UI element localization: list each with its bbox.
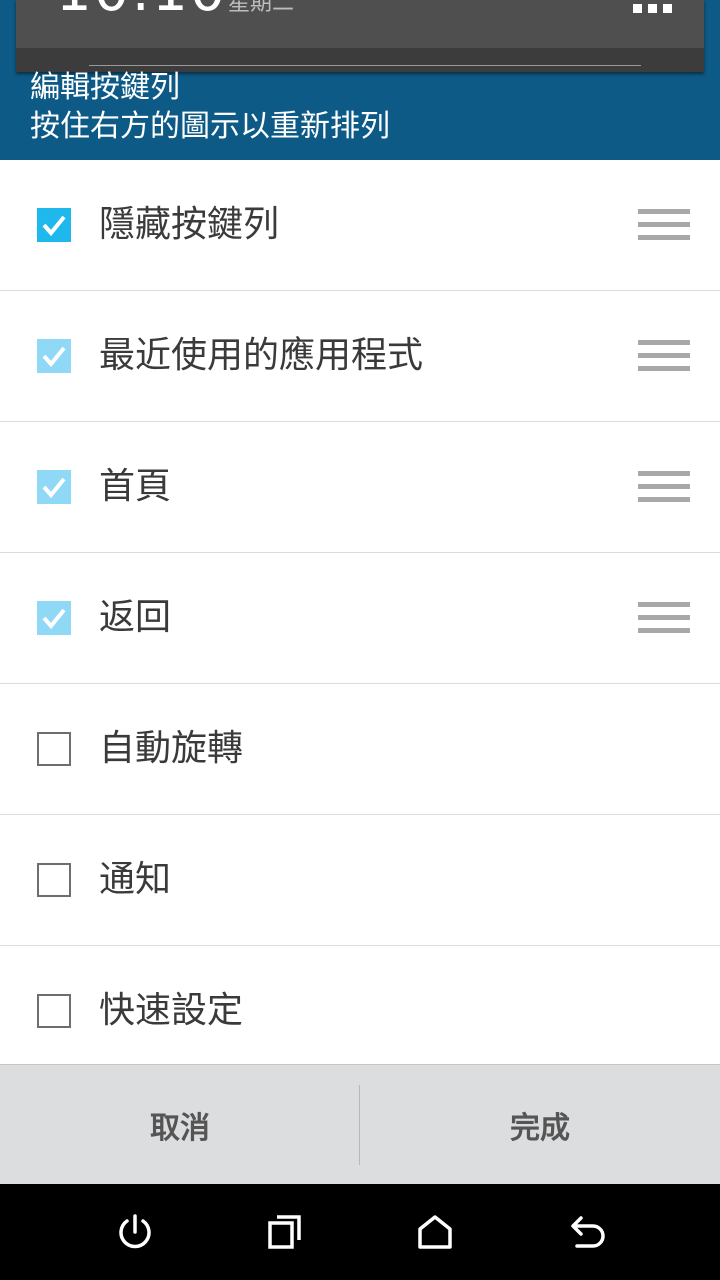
- notification-shade-peek[interactable]: 10:10 星期二: [16, 0, 704, 72]
- drag-handle-icon[interactable]: [638, 209, 690, 241]
- page-subtitle: 按住右方的圖示以重新排列: [30, 109, 390, 144]
- header: 10:10 星期二 編輯按鍵列 按住右方的圖示以重新排列: [0, 0, 720, 160]
- list-item-quick-settings[interactable]: 快速設定: [0, 946, 720, 1066]
- list-item-notifications[interactable]: 通知: [0, 815, 720, 946]
- list-item-recent-apps[interactable]: 最近使用的應用程式: [0, 291, 720, 422]
- cancel-button[interactable]: 取消: [0, 1065, 360, 1184]
- drag-handle-icon[interactable]: [638, 340, 690, 372]
- check-icon: [42, 215, 66, 237]
- shade-handle-bar: [16, 48, 704, 72]
- list-item-label: 自動旋轉: [99, 728, 244, 769]
- checkbox-unchecked[interactable]: [37, 732, 71, 766]
- home-icon[interactable]: [415, 1212, 455, 1252]
- list-item-label: 快速設定: [99, 990, 244, 1031]
- back-icon[interactable]: [565, 1212, 605, 1252]
- system-nav-bar: [0, 1184, 720, 1280]
- list-item-auto-rotate[interactable]: 自動旋轉: [0, 684, 720, 815]
- list-item-label: 隱藏按鍵列: [99, 204, 280, 245]
- list-item-label: 首頁: [99, 466, 172, 507]
- dialog-button-bar: 取消 完成: [0, 1064, 720, 1184]
- checkbox-checked[interactable]: [37, 601, 71, 635]
- checkbox-unchecked[interactable]: [37, 994, 71, 1028]
- nav-button-list: 隱藏按鍵列 最近使用的應用程式 首頁 返回 自動旋轉 通知 快速設定: [0, 160, 720, 1066]
- list-item-home[interactable]: 首頁: [0, 422, 720, 553]
- checkbox-checked[interactable]: [37, 339, 71, 373]
- power-icon[interactable]: [115, 1212, 155, 1252]
- page-title: 編輯按鍵列: [30, 70, 180, 105]
- list-item-label: 最近使用的應用程式: [99, 335, 424, 376]
- list-item-hide-nav-bar[interactable]: 隱藏按鍵列: [0, 160, 720, 291]
- drag-handle-icon[interactable]: [638, 602, 690, 634]
- done-button[interactable]: 完成: [360, 1065, 720, 1184]
- check-icon: [42, 477, 66, 499]
- recent-apps-icon[interactable]: [265, 1212, 305, 1252]
- checkbox-checked[interactable]: [37, 208, 71, 242]
- shade-divider: [89, 65, 641, 66]
- overflow-menu-icon[interactable]: [633, 4, 672, 13]
- check-icon: [42, 608, 66, 630]
- checkbox-checked[interactable]: [37, 470, 71, 504]
- list-item-label: 通知: [99, 859, 172, 900]
- list-item-back[interactable]: 返回: [0, 553, 720, 684]
- clock-time: 10:10: [56, 0, 227, 20]
- check-icon: [42, 346, 66, 368]
- list-item-label: 返回: [99, 597, 172, 638]
- checkbox-unchecked[interactable]: [37, 863, 71, 897]
- button-divider: [359, 1085, 360, 1165]
- weekday-label: 星期二: [228, 0, 295, 16]
- drag-handle-icon[interactable]: [638, 471, 690, 503]
